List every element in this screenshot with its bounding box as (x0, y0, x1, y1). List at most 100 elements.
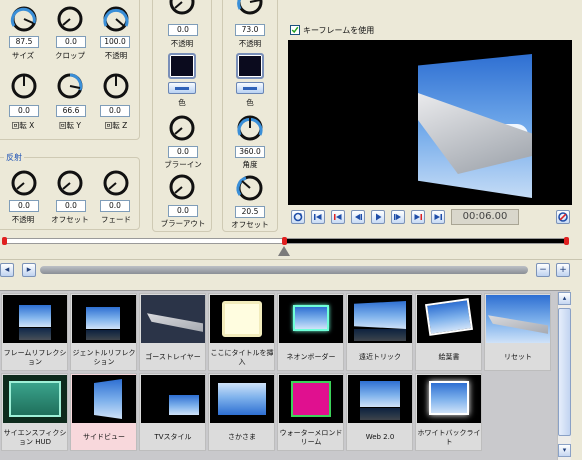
preset-tile[interactable]: さかさま (208, 373, 275, 451)
shadow-opacity-knob[interactable] (166, 0, 198, 18)
zoom-out-button[interactable]: − (536, 263, 550, 277)
preset-label: Web 2.0 (365, 433, 395, 441)
step-back-icon (355, 214, 362, 220)
reflection-fade-value[interactable]: 0.0 (100, 200, 130, 212)
preset-tile[interactable]: TVスタイル (139, 373, 206, 451)
timeline-keyframe-marker[interactable] (282, 237, 287, 245)
angle-knob[interactable] (234, 112, 266, 144)
preset-tile[interactable]: フレームリフレクション (1, 293, 68, 371)
zoom-scrollbar[interactable] (40, 266, 528, 274)
preset-thumbnail (3, 375, 67, 423)
skip-end-icon (434, 214, 442, 220)
border-offset-value[interactable]: 20.5 (235, 206, 265, 218)
preset-tile[interactable]: 遠近トリック (346, 293, 413, 371)
rotate-y-knob[interactable] (54, 70, 86, 102)
rotate-y-value[interactable]: 66.6 (56, 105, 86, 117)
reflection-offset-knob[interactable] (54, 167, 86, 199)
gallery-scroll-down-icon[interactable]: ▾ (558, 444, 571, 457)
scroll-left-button[interactable]: ◂ (0, 263, 14, 277)
blur-out-value[interactable]: 0.0 (168, 205, 198, 217)
check-icon (291, 26, 299, 34)
preset-label: サイドビュー (83, 433, 125, 441)
skip-start-icon (314, 214, 322, 220)
blur-in-knob[interactable] (166, 112, 198, 144)
reflection-opacity-value[interactable]: 0.0 (9, 200, 39, 212)
prev-keyframe-button[interactable] (331, 210, 345, 224)
blur-out-knob[interactable] (166, 171, 198, 203)
gallery-scrollbar[interactable]: ▴ ▾ (557, 292, 571, 460)
reflection-offset-value[interactable]: 0.0 (56, 200, 86, 212)
crop-knob[interactable] (54, 3, 86, 35)
timeline-selected-range (285, 239, 568, 243)
playhead-icon[interactable] (278, 246, 290, 256)
preset-label: 絵葉書 (438, 353, 460, 361)
border-color-swatch[interactable] (236, 53, 264, 79)
next-keyframe-button[interactable] (411, 210, 425, 224)
shadow-color-label: 色 (178, 98, 186, 107)
preset-tile[interactable]: ジェントルリフレクション (70, 293, 137, 371)
preset-label: ゴーストレイヤー (145, 353, 201, 361)
gallery-scroll-up-icon[interactable]: ▴ (558, 292, 571, 305)
next-keyframe-icon (414, 214, 422, 220)
timeline-end-marker[interactable] (564, 237, 569, 245)
keyframe-checkbox-label: キーフレームを使用 (303, 26, 375, 35)
preset-tile[interactable]: ネオンボーダー (277, 293, 344, 371)
angle-value[interactable]: 360.0 (235, 146, 265, 158)
preset-tile[interactable]: サイエンスフィクション HUD (1, 373, 68, 451)
preset-label: 遠近トリック (359, 353, 401, 361)
ban-button[interactable] (556, 210, 570, 224)
preset-thumbnail (72, 375, 136, 423)
go-to-start-button[interactable] (311, 210, 325, 224)
shadow-color-picker-button[interactable] (168, 82, 196, 94)
crop-value[interactable]: 0.0 (56, 36, 86, 48)
gallery-scroll-thumb[interactable] (558, 308, 571, 436)
opacity-knob[interactable] (100, 3, 132, 35)
size-knob[interactable] (8, 3, 40, 35)
zoom-in-button[interactable]: + (556, 263, 570, 277)
rotate-y-label: 回転 Y (59, 121, 81, 130)
timeline-start-marker[interactable] (2, 237, 7, 245)
preset-thumbnail (486, 295, 550, 343)
rotate-x-knob[interactable] (8, 70, 40, 102)
shadow-opacity-value[interactable]: 0.0 (168, 24, 198, 36)
border-color-picker-button[interactable] (236, 82, 264, 94)
preset-thumbnail (210, 375, 274, 423)
border-offset-knob[interactable] (234, 172, 266, 204)
go-to-end-button[interactable] (431, 210, 445, 224)
preset-thumbnail (417, 295, 481, 343)
opacity-value[interactable]: 100.0 (100, 36, 130, 48)
rotate-z-value[interactable]: 0.0 (100, 105, 130, 117)
reflection-opacity-knob[interactable] (8, 167, 40, 199)
size-value[interactable]: 87.5 (9, 36, 39, 48)
blur-in-value[interactable]: 0.0 (168, 146, 198, 158)
angle-label: 角度 (242, 160, 258, 169)
shadow-color-swatch[interactable] (168, 53, 196, 79)
size-label: サイズ (11, 51, 35, 60)
preset-tile[interactable]: ここにタイトルを挿入 (208, 293, 275, 371)
border-color-label: 色 (246, 98, 254, 107)
step-forward-button[interactable] (391, 210, 405, 224)
keyframe-checkbox[interactable] (290, 25, 300, 35)
loop-button[interactable] (291, 210, 305, 224)
scroll-right-button[interactable]: ▸ (22, 263, 36, 277)
play-button[interactable] (371, 210, 385, 224)
preset-tile[interactable]: Web 2.0 (346, 373, 413, 451)
preset-label: ウォーターメロンドリーム (279, 428, 343, 446)
border-opacity-value[interactable]: 73.0 (235, 24, 265, 36)
rotate-z-knob[interactable] (100, 70, 132, 102)
rotate-x-value[interactable]: 0.0 (9, 105, 39, 117)
preset-tile[interactable]: 絵葉書 (415, 293, 482, 371)
reflection-offset-label: オフセット (51, 215, 89, 224)
preset-tile[interactable]: ウォーターメロンドリーム (277, 373, 344, 451)
preset-tile[interactable]: ゴーストレイヤー (139, 293, 206, 371)
border-opacity-knob[interactable] (234, 0, 266, 18)
preset-tile[interactable]: サイドビュー (70, 373, 137, 451)
reflection-fade-knob[interactable] (100, 167, 132, 199)
preset-tile[interactable]: リセット (484, 293, 551, 371)
preset-label: フレームリフレクション (3, 348, 67, 366)
timeline-divider (0, 259, 582, 260)
preset-tile[interactable]: ホワイトバックライト (415, 373, 482, 451)
step-back-button[interactable] (351, 210, 365, 224)
preset-thumbnail (72, 295, 136, 343)
preset-label: ホワイトバックライト (417, 428, 481, 446)
